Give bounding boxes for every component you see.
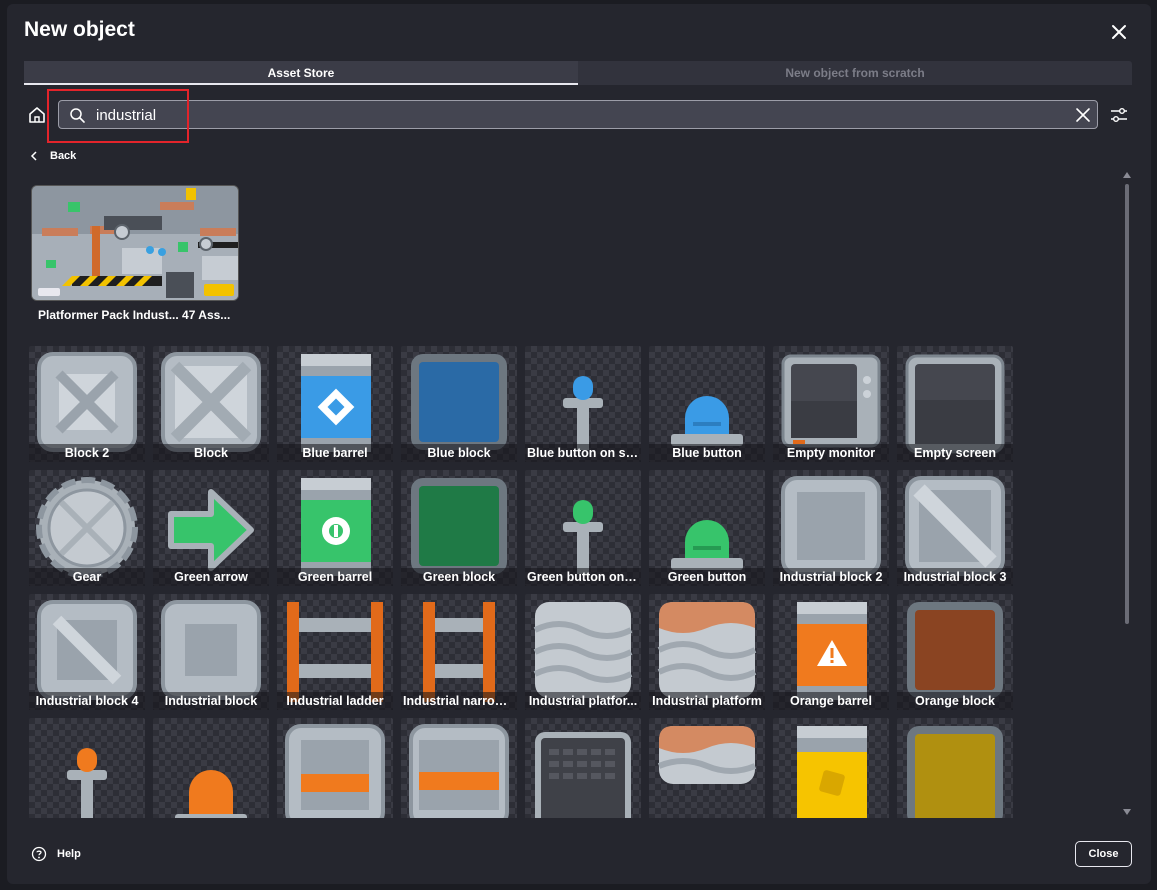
asset-tile-label: Industrial block 2 xyxy=(773,568,889,586)
tab-asset-store[interactable]: Asset Store xyxy=(24,61,578,85)
asset-tile-dark-panel[interactable] xyxy=(525,718,641,818)
asset-tile-green-button[interactable]: Green button xyxy=(649,470,765,586)
asset-tile-label: Orange block xyxy=(897,692,1013,710)
asset-tile-label: Industrial ladder xyxy=(277,692,393,710)
back-label: Back xyxy=(50,150,77,162)
asset-tile-block-2[interactable]: Block 2 xyxy=(29,346,145,462)
asset-tile-orange-button[interactable] xyxy=(153,718,269,818)
asset-tile-label: Industrial platform xyxy=(649,692,765,710)
block-orange-stripe-2-icon xyxy=(409,724,509,818)
search-bar xyxy=(58,100,1098,129)
asset-tile-block-orange-stripe[interactable] xyxy=(277,718,393,818)
help-label: Help xyxy=(57,848,81,860)
tab-bar: Asset Store New object from scratch xyxy=(24,61,1132,85)
search-icon xyxy=(70,108,85,123)
asset-tile-label: Blue button on so... xyxy=(525,444,641,462)
asset-tile-orange-button-on-stand[interactable] xyxy=(29,718,145,818)
asset-tile-green-block[interactable]: Green block xyxy=(401,470,517,586)
asset-tile-label: Green barrel xyxy=(277,568,393,586)
tab-new-object-from-scratch[interactable]: New object from scratch xyxy=(578,61,1132,85)
asset-tile-platform-small[interactable] xyxy=(649,718,765,818)
asset-tile-yellow-barrel[interactable] xyxy=(773,718,889,818)
asset-tile-label: Green button on s... xyxy=(525,568,641,586)
asset-tile-gear[interactable]: Gear xyxy=(29,470,145,586)
dark-panel-icon xyxy=(535,732,631,818)
asset-tile-industrial-block-4[interactable]: Industrial block 4 xyxy=(29,594,145,710)
asset-grid: Block 2 Block Blue barrel Blue block Blue bu… xyxy=(29,346,1029,818)
asset-pack-card[interactable] xyxy=(31,185,239,301)
asset-tile-industrial-platform[interactable]: Industrial platform xyxy=(649,594,765,710)
asset-tile-block-orange-stripe-2[interactable] xyxy=(401,718,517,818)
asset-tile-label: Industrial block 3 xyxy=(897,568,1013,586)
asset-tile-label: Blue button xyxy=(649,444,765,462)
search-input[interactable] xyxy=(96,103,1056,127)
orange-button-on-stand-icon xyxy=(67,748,107,818)
clear-search-icon[interactable] xyxy=(1075,107,1091,123)
close-button[interactable]: Close xyxy=(1075,841,1132,867)
asset-tile-label: Industrial block 4 xyxy=(29,692,145,710)
asset-tile-block[interactable]: Block xyxy=(153,346,269,462)
home-icon[interactable] xyxy=(26,104,48,126)
close-icon[interactable] xyxy=(1105,18,1133,46)
asset-tile-yellow-block[interactable] xyxy=(897,718,1013,818)
chevron-left-icon xyxy=(30,151,37,161)
asset-tile-label: Industrial platfor... xyxy=(525,692,641,710)
asset-tile-label: Empty monitor xyxy=(773,444,889,462)
asset-tile-green-barrel[interactable]: Green barrel xyxy=(277,470,393,586)
asset-tile-empty-screen[interactable]: Empty screen xyxy=(897,346,1013,462)
asset-tile-empty-monitor[interactable]: Empty monitor xyxy=(773,346,889,462)
asset-tile-orange-barrel[interactable]: Orange barrel xyxy=(773,594,889,710)
dialog-title: New object xyxy=(24,18,135,41)
asset-tile-label: Green block xyxy=(401,568,517,586)
asset-tile-label: Empty screen xyxy=(897,444,1013,462)
asset-tile-industrial-narrow-ladder[interactable]: Industrial narrow ... xyxy=(401,594,517,710)
asset-tile-industrial-platform-wave[interactable]: Industrial platfor... xyxy=(525,594,641,710)
block-orange-stripe-icon xyxy=(285,724,385,818)
help-icon xyxy=(31,846,47,862)
asset-tile-label: Industrial narrow ... xyxy=(401,692,517,710)
asset-tile-green-arrow[interactable]: Green arrow xyxy=(153,470,269,586)
scroll-down-arrow-icon[interactable] xyxy=(1123,809,1131,815)
asset-tile-industrial-block-2[interactable]: Industrial block 2 xyxy=(773,470,889,586)
asset-tile-label: Industrial block xyxy=(153,692,269,710)
asset-tile-orange-block[interactable]: Orange block xyxy=(897,594,1013,710)
asset-tile-blue-button[interactable]: Blue button xyxy=(649,346,765,462)
asset-tile-label: Blue block xyxy=(401,444,517,462)
asset-pack-thumbnail xyxy=(32,186,238,300)
asset-tile-label: Gear xyxy=(29,568,145,586)
scroll-up-arrow-icon[interactable] xyxy=(1123,172,1131,178)
asset-tile-label: Block xyxy=(153,444,269,462)
orange-button-icon xyxy=(175,770,247,818)
asset-pack-label: Platformer Pack Indust... 47 Ass... xyxy=(38,308,231,322)
asset-tile-label: Blue barrel xyxy=(277,444,393,462)
platform-small-icon xyxy=(657,726,757,784)
asset-tile-label: Green button xyxy=(649,568,765,586)
yellow-block-icon xyxy=(907,726,1003,818)
asset-tile-label: Block 2 xyxy=(29,444,145,462)
asset-tile-label: Orange barrel xyxy=(773,692,889,710)
asset-tile-industrial-block-3[interactable]: Industrial block 3 xyxy=(897,470,1013,586)
asset-tile-blue-button-on-stand[interactable]: Blue button on so... xyxy=(525,346,641,462)
scroll-thumb[interactable] xyxy=(1125,184,1129,624)
asset-tile-green-button-on-stand[interactable]: Green button on s... xyxy=(525,470,641,586)
asset-tile-blue-barrel[interactable]: Blue barrel xyxy=(277,346,393,462)
asset-tile-industrial-block[interactable]: Industrial block xyxy=(153,594,269,710)
asset-tile-label: Green arrow xyxy=(153,568,269,586)
back-button[interactable]: Back xyxy=(30,148,76,164)
scrollbar[interactable] xyxy=(1122,172,1132,820)
filter-settings-icon[interactable] xyxy=(1108,104,1130,126)
help-button[interactable]: Help xyxy=(31,846,81,862)
asset-tile-blue-block[interactable]: Blue block xyxy=(401,346,517,462)
yellow-barrel-icon xyxy=(797,726,867,818)
asset-tile-industrial-ladder[interactable]: Industrial ladder xyxy=(277,594,393,710)
